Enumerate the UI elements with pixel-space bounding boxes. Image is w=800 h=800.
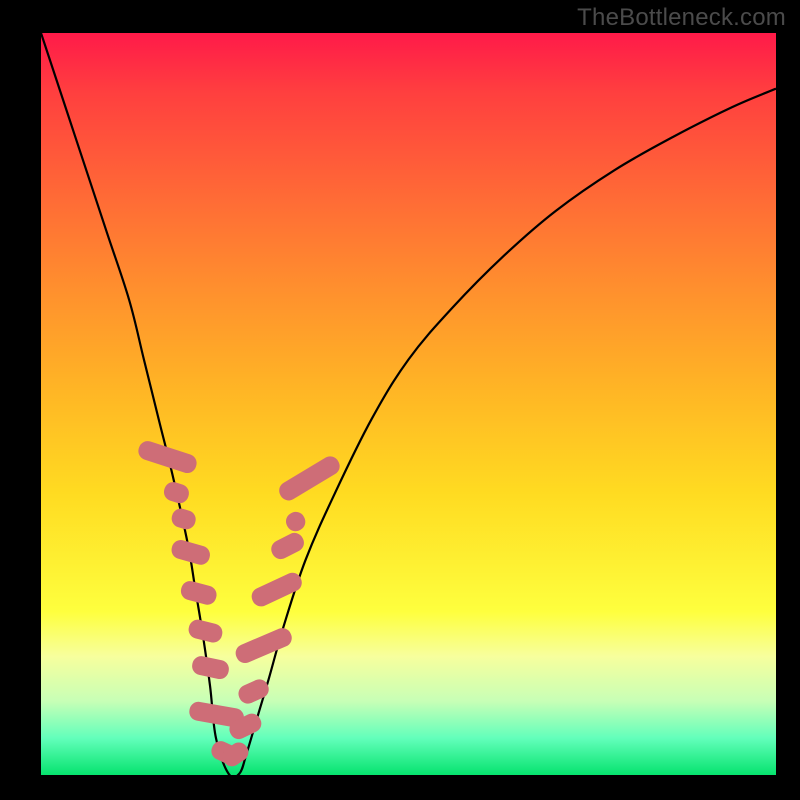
bead (188, 700, 245, 728)
credit-text: TheBottleneck.com (577, 4, 786, 32)
frame: TheBottleneck.com (0, 0, 800, 800)
bead (233, 625, 295, 666)
bead (219, 739, 252, 770)
bead (191, 654, 231, 680)
bead (226, 710, 264, 741)
bead (136, 439, 199, 476)
bead (235, 677, 271, 707)
beads-layer (41, 33, 776, 775)
bead (248, 570, 304, 610)
plot-area (41, 33, 776, 775)
bead (268, 530, 307, 563)
bead (283, 508, 309, 534)
bead (179, 579, 218, 607)
bead (170, 538, 212, 567)
bead (162, 480, 192, 506)
curve-layer (41, 33, 776, 775)
bead (276, 453, 343, 504)
bead (169, 506, 197, 531)
bead (209, 738, 241, 767)
bead (187, 618, 225, 645)
bottleneck-curve (41, 33, 776, 775)
